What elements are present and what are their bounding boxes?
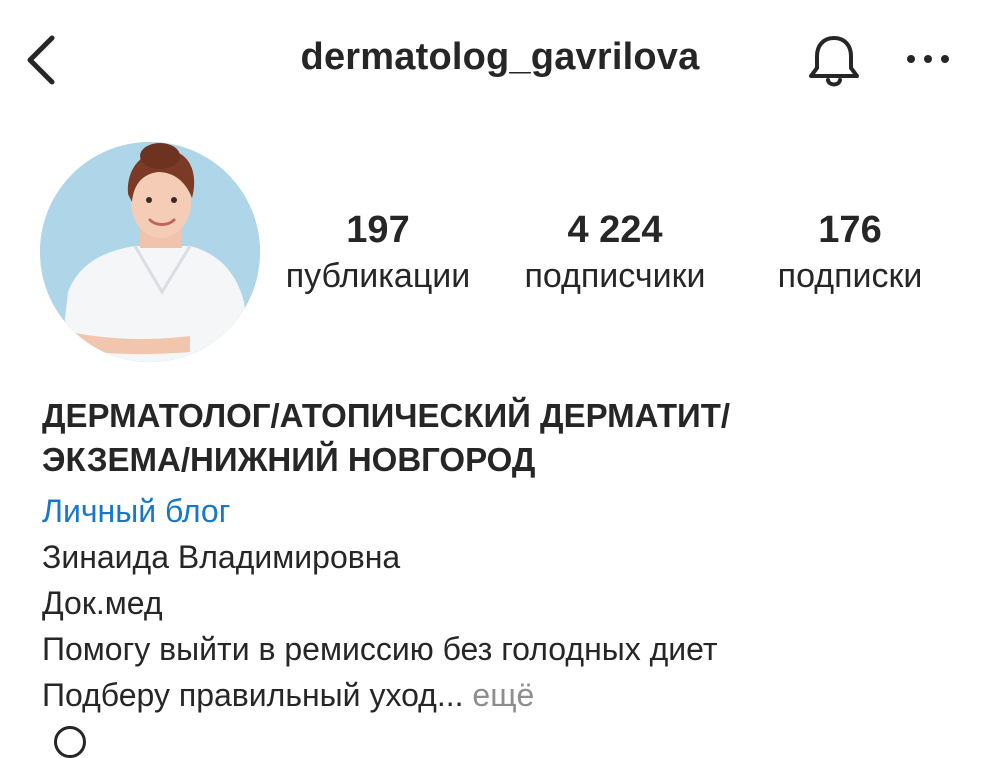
- posts-count-label: публикации: [285, 257, 471, 295]
- more-options-button[interactable]: [902, 44, 954, 74]
- followers-count-value: 4 224: [567, 209, 663, 251]
- bio-line: Помогу выйти в ремиссию без голодных дие…: [42, 631, 718, 667]
- bell-icon: [809, 36, 859, 87]
- bio-line-text: Подберу правильный уход...: [42, 677, 464, 713]
- bio-more-link[interactable]: ещё: [472, 677, 534, 713]
- posts-count-value: 197: [346, 209, 410, 251]
- following-count-label: подписки: [777, 257, 923, 295]
- profile-display-name-line2: ЭКЗЕМА/НИЖНИЙ НОВГОРОД: [42, 441, 536, 478]
- notifications-button[interactable]: [804, 30, 864, 90]
- following-count[interactable]: 176 подписки: [740, 208, 960, 298]
- posts-count[interactable]: 197 публикации: [268, 208, 488, 298]
- bio-line-last: Подберу правильный уход... ещё: [42, 672, 972, 718]
- profile-stats: 197 публикации 4 224 подписчики 176 подп…: [0, 208, 1000, 298]
- following-count-value: 176: [818, 209, 882, 251]
- partial-icon: [54, 726, 86, 758]
- bio-line: Док.мед: [42, 585, 163, 621]
- profile-display-name-line1: ДЕРМАТОЛОГ/АТОПИЧЕСКИЙ ДЕРМАТИТ/: [42, 397, 731, 434]
- top-navigation-bar: dermatolog_gavrilova: [0, 0, 1000, 120]
- followers-count[interactable]: 4 224 подписчики: [505, 208, 725, 298]
- profile-bio: ДЕРМАТОЛОГ/АТОПИЧЕСКИЙ ДЕРМАТИТ/ ЭКЗЕМА/…: [42, 394, 972, 718]
- more-horizontal-icon: [907, 55, 949, 63]
- followers-count-label: подписчики: [524, 257, 706, 295]
- profile-category-link[interactable]: Личный блог: [42, 488, 972, 534]
- bio-line: Зинаида Владимировна: [42, 539, 401, 575]
